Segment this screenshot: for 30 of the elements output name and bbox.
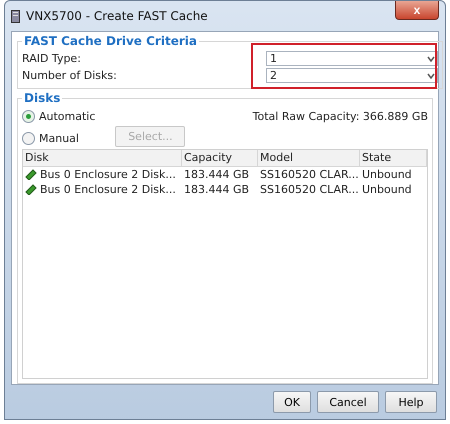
table-cell-text: 183.444 GB [183, 182, 250, 197]
server-icon [11, 10, 20, 22]
column-header[interactable]: Capacity [182, 150, 258, 167]
dialog-button[interactable]: OK [273, 391, 311, 413]
table-cell-text: 183.444 GB [183, 167, 250, 182]
table-cell-text: SS160520 CLAR... [259, 167, 360, 182]
dialog-button[interactable]: Cancel [317, 391, 379, 413]
dropdown[interactable]: 1 [266, 51, 438, 66]
window-title: VNX5700 - Create FAST Cache [26, 9, 208, 23]
group-title: FAST Cache Drive Criteria [23, 34, 198, 48]
group-title: Disks [23, 91, 62, 105]
radio-option[interactable]: Manual [22, 129, 96, 147]
field-label: Number of Disks: [22, 69, 118, 82]
radio-option[interactable]: Automatic [22, 107, 96, 125]
disk-drive-icon [25, 184, 37, 195]
column-header[interactable]: Disk [23, 150, 182, 167]
radio-circle-icon[interactable] [22, 110, 35, 122]
table-cell: Bus 0 Enclosure 2 Disk... [23, 167, 182, 182]
field-label: RAID Type: [22, 52, 82, 65]
dropdown[interactable]: 2 [266, 68, 438, 83]
column-header[interactable]: State [360, 150, 427, 167]
table-cell: Bus 0 Enclosure 2 Disk... [23, 182, 182, 197]
table-cell-text: Unbound [361, 182, 413, 197]
dialog-button[interactable]: Help [385, 391, 437, 413]
column-header[interactable]: Model [258, 150, 360, 167]
table-cell-text: Unbound [361, 167, 413, 182]
table-cell-text: SS160520 CLAR... [259, 182, 360, 197]
total-capacity: Total Raw Capacity: 366.889 GB [252, 110, 428, 123]
radio-circle-icon[interactable] [22, 132, 35, 144]
disk-drive-icon [25, 169, 37, 180]
